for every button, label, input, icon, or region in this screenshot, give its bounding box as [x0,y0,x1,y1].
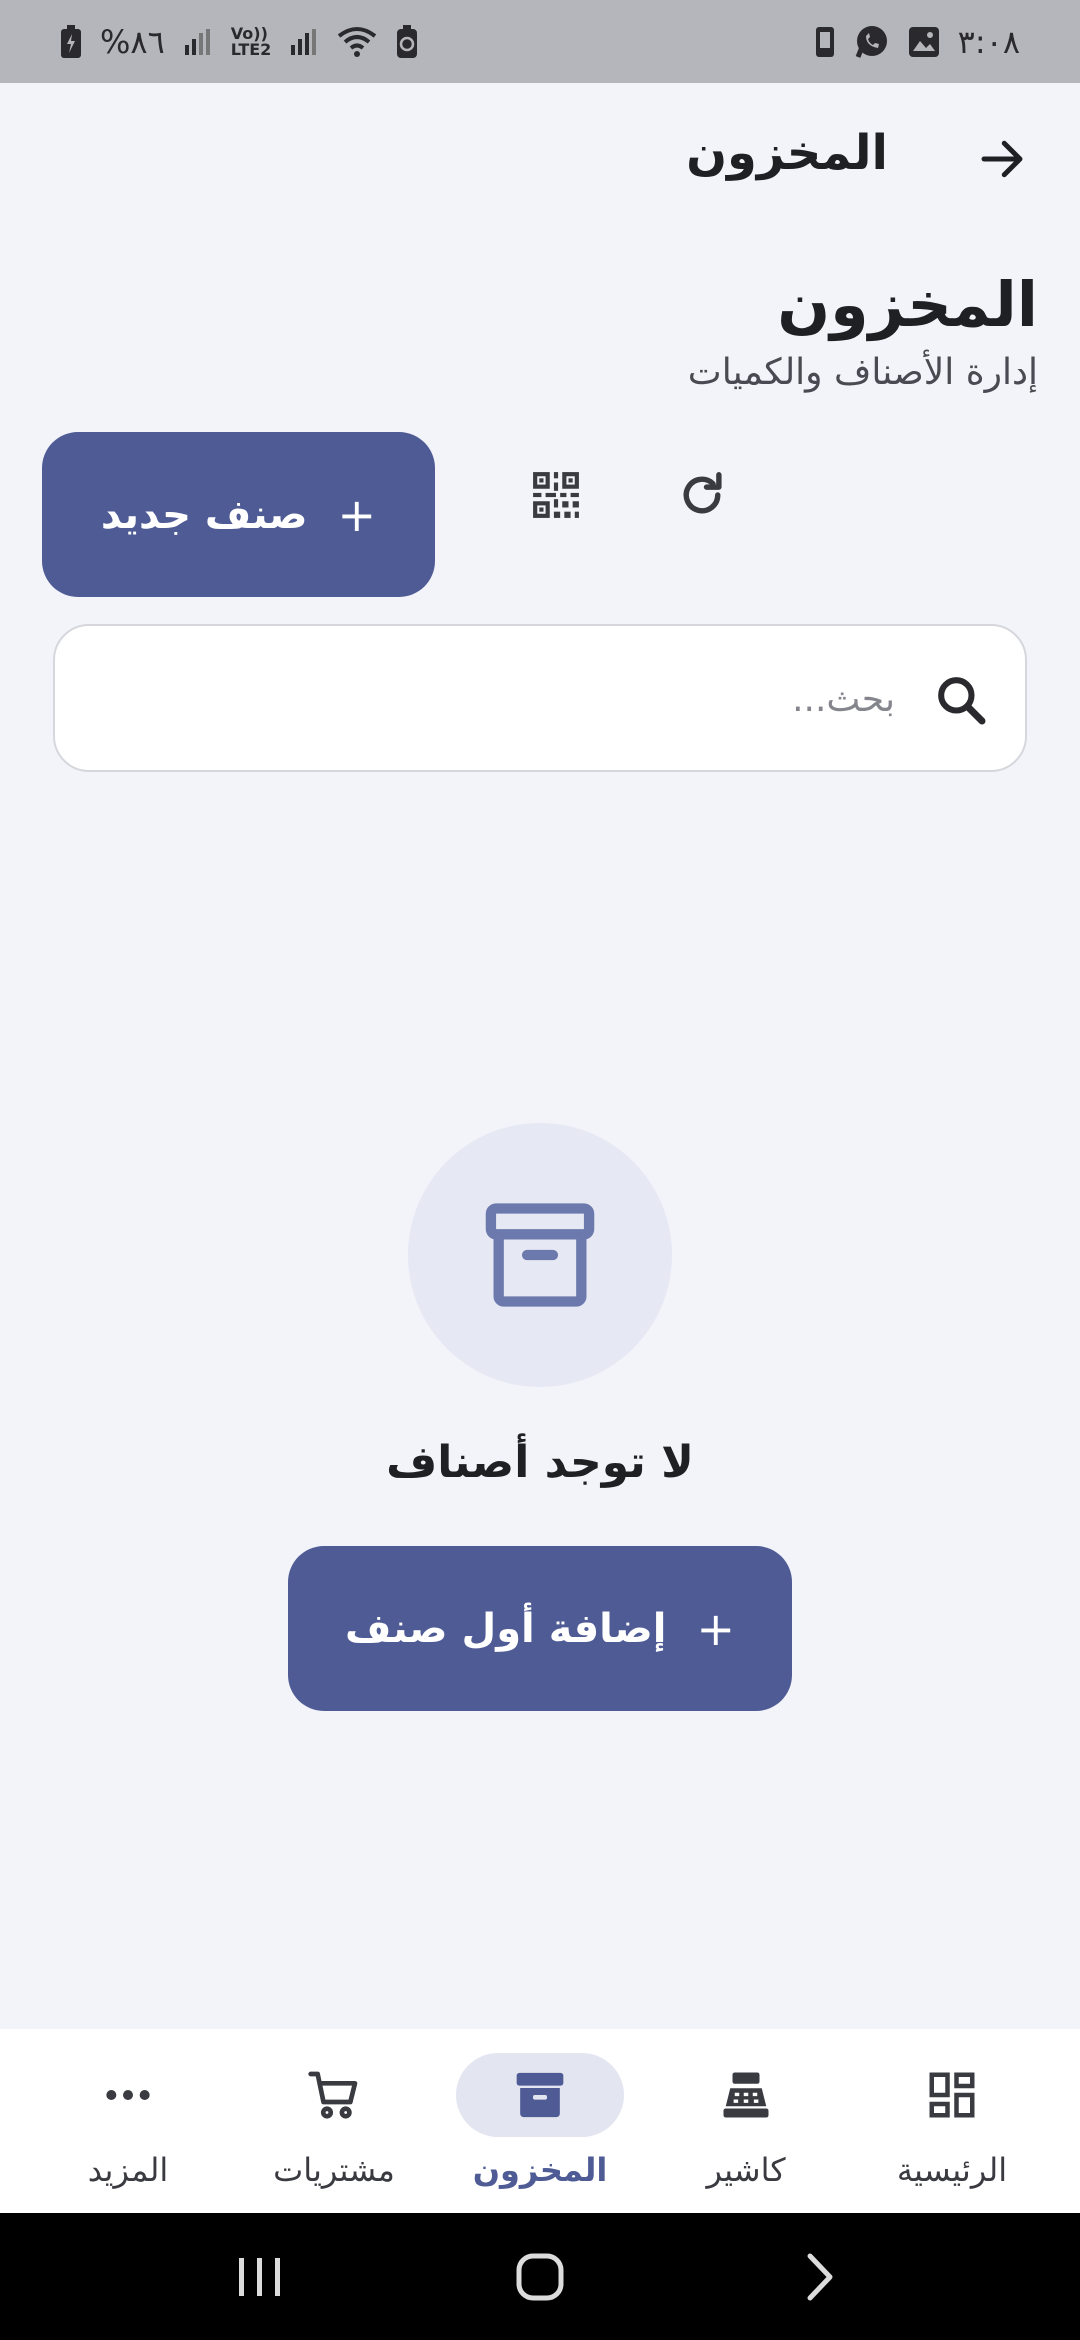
back-button[interactable] [966,123,1038,195]
arrow-back-icon [981,140,1023,178]
signal-icon-2 [289,27,319,57]
bottom-nav: الرئيسية كاشير المخزون مشتريات المزيد [0,2029,1080,2213]
search-icon[interactable] [933,672,989,732]
refresh-button[interactable] [662,455,742,535]
qr-scan-button[interactable] [516,455,596,535]
refresh-icon [683,472,722,514]
add-first-item-label: إضافة أول صنف [344,1605,667,1652]
system-nav-bar [0,2213,1080,2340]
plus-icon: + [696,1601,736,1656]
home-button[interactable] [495,2232,585,2322]
recent-apps-icon [239,2257,280,2296]
cart-icon [308,2071,358,2119]
back-nav-button[interactable] [775,2232,865,2322]
nav-label-cashier: كاشير [706,2151,786,2189]
battery-percent: %٨٦ [100,22,165,61]
empty-state-illustration [408,1123,672,1387]
nav-item-home[interactable]: الرئيسية [862,2029,1042,2213]
network-type: Vo)) LTE2 [230,23,272,59]
app-header: المخزون [0,83,1080,233]
page-subtitle: إدارة الأصناف والكميات [687,352,1038,393]
new-item-label: صنف جديد [100,491,308,538]
nav-label-purchases: مشتريات [273,2151,395,2189]
dashboard-icon [929,2072,975,2118]
archive-box-icon [485,1203,595,1307]
plus-icon: + [337,487,377,542]
status-left-group: %٨٦ Vo)) LTE2 [60,23,419,61]
nav-item-inventory[interactable]: المخزون [450,2029,630,2213]
more-icon [106,2090,150,2100]
recent-apps-button[interactable] [215,2232,305,2322]
status-bar: %٨٦ Vo)) LTE2 ٣:٠٨ [0,0,1080,83]
nav-label-inventory: المخزون [472,2151,608,2189]
signal-icon [183,27,213,57]
archive-icon [516,2072,564,2118]
search-box [53,624,1027,772]
status-right-group: ٣:٠٨ [814,23,1020,61]
whatsapp-icon [854,24,890,60]
home-icon [516,2253,564,2300]
new-item-button[interactable]: + صنف جديد [42,432,435,597]
clock: ٣:٠٨ [957,22,1020,61]
header-title: المخزون [686,125,888,181]
wifi-icon [337,26,377,58]
add-first-item-button[interactable]: + إضافة أول صنف [288,1546,792,1711]
nav-item-more[interactable]: المزيد [38,2029,218,2213]
search-input[interactable] [115,656,895,742]
gallery-icon [908,26,940,58]
battery-saver-icon [395,24,419,59]
cash-register-icon [723,2072,769,2118]
page-title: المخزون [777,268,1038,341]
nav-item-purchases[interactable]: مشتريات [244,2029,424,2213]
nav-label-home: الرئيسية [896,2151,1008,2189]
battery-icon [60,24,82,59]
nav-item-cashier[interactable]: كاشير [656,2029,836,2213]
nav-label-more: المزيد [87,2151,169,2189]
empty-state-message: لا توجد أصناف [386,1437,694,1488]
phone-notification-icon [814,26,836,58]
qr-code-icon [533,472,579,518]
chevron-right-icon [807,2253,833,2300]
